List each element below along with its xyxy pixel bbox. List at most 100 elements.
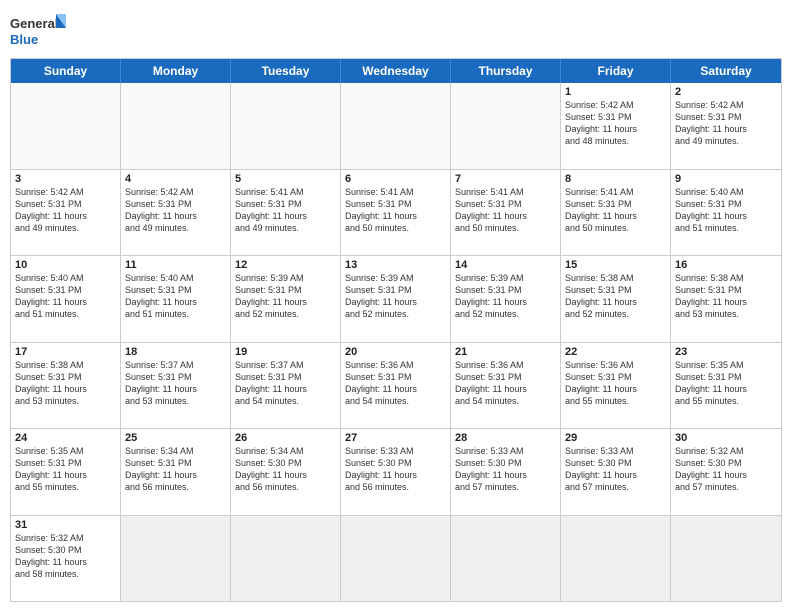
day-number: 10	[15, 259, 116, 271]
day-number: 16	[675, 259, 777, 271]
calendar-day-26: 26Sunrise: 5:34 AM Sunset: 5:30 PM Dayli…	[231, 429, 341, 515]
day-info: Sunrise: 5:42 AM Sunset: 5:31 PM Dayligh…	[15, 186, 116, 235]
calendar-day-15: 15Sunrise: 5:38 AM Sunset: 5:31 PM Dayli…	[561, 256, 671, 342]
day-number: 13	[345, 259, 446, 271]
calendar-empty-5-4	[451, 516, 561, 602]
calendar-day-9: 9Sunrise: 5:40 AM Sunset: 5:31 PM Daylig…	[671, 170, 781, 256]
day-info: Sunrise: 5:42 AM Sunset: 5:31 PM Dayligh…	[565, 99, 666, 148]
calendar-day-31: 31Sunrise: 5:32 AM Sunset: 5:30 PM Dayli…	[11, 516, 121, 602]
calendar-day-18: 18Sunrise: 5:37 AM Sunset: 5:31 PM Dayli…	[121, 343, 231, 429]
calendar-empty-0-1	[121, 83, 231, 169]
calendar-week-6: 31Sunrise: 5:32 AM Sunset: 5:30 PM Dayli…	[11, 516, 781, 602]
day-number: 31	[15, 519, 116, 531]
day-info: Sunrise: 5:42 AM Sunset: 5:31 PM Dayligh…	[125, 186, 226, 235]
calendar-day-10: 10Sunrise: 5:40 AM Sunset: 5:31 PM Dayli…	[11, 256, 121, 342]
day-info: Sunrise: 5:36 AM Sunset: 5:31 PM Dayligh…	[455, 359, 556, 408]
day-info: Sunrise: 5:33 AM Sunset: 5:30 PM Dayligh…	[455, 445, 556, 494]
svg-text:Blue: Blue	[10, 32, 38, 47]
day-info: Sunrise: 5:38 AM Sunset: 5:31 PM Dayligh…	[675, 272, 777, 321]
day-info: Sunrise: 5:41 AM Sunset: 5:31 PM Dayligh…	[565, 186, 666, 235]
calendar-day-12: 12Sunrise: 5:39 AM Sunset: 5:31 PM Dayli…	[231, 256, 341, 342]
calendar-week-2: 3Sunrise: 5:42 AM Sunset: 5:31 PM Daylig…	[11, 170, 781, 257]
header-day-friday: Friday	[561, 59, 671, 83]
calendar-day-25: 25Sunrise: 5:34 AM Sunset: 5:31 PM Dayli…	[121, 429, 231, 515]
day-number: 9	[675, 173, 777, 185]
day-info: Sunrise: 5:35 AM Sunset: 5:31 PM Dayligh…	[15, 445, 116, 494]
day-info: Sunrise: 5:42 AM Sunset: 5:31 PM Dayligh…	[675, 99, 777, 148]
calendar-day-5: 5Sunrise: 5:41 AM Sunset: 5:31 PM Daylig…	[231, 170, 341, 256]
page: General Blue SundayMondayTuesdayWednesda…	[0, 0, 792, 612]
day-info: Sunrise: 5:34 AM Sunset: 5:31 PM Dayligh…	[125, 445, 226, 494]
calendar-empty-5-5	[561, 516, 671, 602]
calendar-week-3: 10 Sunrise: 5:40 AM Sunset: 5:31 PM Dayli…	[11, 256, 781, 343]
day-info: Sunrise: 5:33 AM Sunset: 5:30 PM Dayligh…	[565, 445, 666, 494]
day-info: Sunrise: 5:37 AM Sunset: 5:31 PM Dayligh…	[125, 359, 226, 408]
day-number: 25	[125, 432, 226, 444]
day-number: 20	[345, 346, 446, 358]
calendar-day-7: 7Sunrise: 5:41 AM Sunset: 5:31 PM Daylig…	[451, 170, 561, 256]
day-info: Sunrise: 5:35 AM Sunset: 5:31 PM Dayligh…	[675, 359, 777, 408]
header-day-wednesday: Wednesday	[341, 59, 451, 83]
calendar-day-28: 28Sunrise: 5:33 AM Sunset: 5:30 PM Dayli…	[451, 429, 561, 515]
day-number: 21	[455, 346, 556, 358]
header-day-saturday: Saturday	[671, 59, 781, 83]
day-info: Sunrise: 5:41 AM Sunset: 5:31 PM Dayligh…	[235, 186, 336, 235]
day-info: Sunrise: 5:39 AM Sunset: 5:31 PM Dayligh…	[235, 272, 336, 321]
header-day-thursday: Thursday	[451, 59, 561, 83]
calendar-day-6: 6Sunrise: 5:41 AM Sunset: 5:31 PM Daylig…	[341, 170, 451, 256]
calendar-empty-5-3	[341, 516, 451, 602]
calendar-day-13: 13Sunrise: 5:39 AM Sunset: 5:31 PM Dayli…	[341, 256, 451, 342]
calendar-day-3: 3Sunrise: 5:42 AM Sunset: 5:31 PM Daylig…	[11, 170, 121, 256]
calendar-day-14: 14Sunrise: 5:39 AM Sunset: 5:31 PM Dayli…	[451, 256, 561, 342]
day-info: Sunrise: 5:32 AM Sunset: 5:30 PM Dayligh…	[15, 532, 116, 581]
header-day-sunday: Sunday	[11, 59, 121, 83]
calendar-day-17: 17Sunrise: 5:38 AM Sunset: 5:31 PM Dayli…	[11, 343, 121, 429]
day-info: Sunrise: 5:40 AM Sunset: 5:31 PM Dayligh…	[675, 186, 777, 235]
calendar: SundayMondayTuesdayWednesdayThursdayFrid…	[10, 58, 782, 602]
day-info: Sunrise: 5:36 AM Sunset: 5:31 PM Dayligh…	[345, 359, 446, 408]
logo: General Blue	[10, 10, 70, 52]
calendar-day-21: 21Sunrise: 5:36 AM Sunset: 5:31 PM Dayli…	[451, 343, 561, 429]
calendar-day-22: 22Sunrise: 5:36 AM Sunset: 5:31 PM Dayli…	[561, 343, 671, 429]
calendar-empty-0-2	[231, 83, 341, 169]
day-number: 4	[125, 173, 226, 185]
svg-text:General: General	[10, 16, 58, 31]
logo-svg: General Blue	[10, 10, 70, 52]
day-info: Sunrise: 5:39 AM Sunset: 5:31 PM Dayligh…	[455, 272, 556, 321]
day-info: Sunrise: 5:40 AM Sunset: 5:31 PM Dayligh…	[125, 272, 226, 321]
calendar-day-20: 20Sunrise: 5:36 AM Sunset: 5:31 PM Dayli…	[341, 343, 451, 429]
day-number: 1	[565, 86, 666, 98]
calendar-day-29: 29Sunrise: 5:33 AM Sunset: 5:30 PM Dayli…	[561, 429, 671, 515]
day-info: Sunrise: 5:38 AM Sunset: 5:31 PM Dayligh…	[565, 272, 666, 321]
header: General Blue	[10, 10, 782, 52]
calendar-day-30: 30Sunrise: 5:32 AM Sunset: 5:30 PM Dayli…	[671, 429, 781, 515]
calendar-week-1: 1Sunrise: 5:42 AM Sunset: 5:31 PM Daylig…	[11, 83, 781, 170]
calendar-day-2: 2Sunrise: 5:42 AM Sunset: 5:31 PM Daylig…	[671, 83, 781, 169]
day-info: Sunrise: 5:36 AM Sunset: 5:31 PM Dayligh…	[565, 359, 666, 408]
calendar-body: 1Sunrise: 5:42 AM Sunset: 5:31 PM Daylig…	[11, 83, 781, 601]
day-info: Sunrise: 5:37 AM Sunset: 5:31 PM Dayligh…	[235, 359, 336, 408]
calendar-day-24: 24Sunrise: 5:35 AM Sunset: 5:31 PM Dayli…	[11, 429, 121, 515]
day-info: Sunrise: 5:41 AM Sunset: 5:31 PM Dayligh…	[345, 186, 446, 235]
calendar-empty-0-0	[11, 83, 121, 169]
header-day-monday: Monday	[121, 59, 231, 83]
day-info: Sunrise: 5:34 AM Sunset: 5:30 PM Dayligh…	[235, 445, 336, 494]
day-number: 2	[675, 86, 777, 98]
calendar-week-4: 17Sunrise: 5:38 AM Sunset: 5:31 PM Dayli…	[11, 343, 781, 430]
day-number: 3	[15, 173, 116, 185]
day-info: Sunrise: 5:32 AM Sunset: 5:30 PM Dayligh…	[675, 445, 777, 494]
day-number: 29	[565, 432, 666, 444]
calendar-empty-0-3	[341, 83, 451, 169]
day-info: Sunrise: 5:41 AM Sunset: 5:31 PM Dayligh…	[455, 186, 556, 235]
day-number: 23	[675, 346, 777, 358]
calendar-day-23: 23Sunrise: 5:35 AM Sunset: 5:31 PM Dayli…	[671, 343, 781, 429]
day-number: 15	[565, 259, 666, 271]
day-number: 7	[455, 173, 556, 185]
day-number: 19	[235, 346, 336, 358]
day-number: 17	[15, 346, 116, 358]
day-number: 28	[455, 432, 556, 444]
calendar-day-19: 19Sunrise: 5:37 AM Sunset: 5:31 PM Dayli…	[231, 343, 341, 429]
calendar-week-5: 24Sunrise: 5:35 AM Sunset: 5:31 PM Dayli…	[11, 429, 781, 516]
calendar-empty-5-2	[231, 516, 341, 602]
calendar-day-16: 16Sunrise: 5:38 AM Sunset: 5:31 PM Dayli…	[671, 256, 781, 342]
